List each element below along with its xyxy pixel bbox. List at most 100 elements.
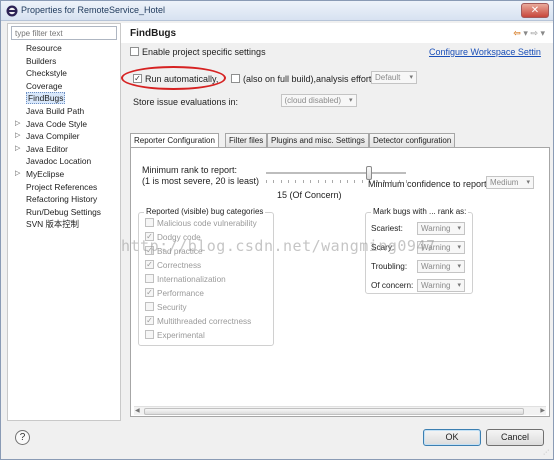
- full-build-checkbox[interactable]: [231, 74, 240, 84]
- sidebar-item[interactable]: ▷ Java Compiler: [8, 130, 120, 143]
- bug-category-label: Correctness: [157, 261, 202, 270]
- store-label: Store issue evaluations in:: [133, 97, 239, 107]
- min-rank-hint: (1 is most severe, 20 is least): [142, 176, 260, 186]
- scrollbar-thumb[interactable]: [144, 408, 524, 415]
- resize-grip-icon[interactable]: ⋰: [543, 449, 551, 457]
- bug-category-item[interactable]: Security: [145, 302, 187, 312]
- tab-plugins[interactable]: Plugins and misc. Settings: [267, 133, 369, 147]
- sidebar-item-label: Java Editor: [26, 143, 68, 154]
- bug-category-checkbox[interactable]: [145, 218, 154, 228]
- expand-arrow-icon[interactable]: ▷: [15, 130, 20, 143]
- bug-category-checkbox[interactable]: [145, 302, 154, 312]
- slider-tick: [332, 180, 334, 183]
- sidebar-item[interactable]: ▷ MyEclipse: [8, 168, 120, 181]
- slider-tick: [339, 180, 341, 183]
- bug-category-label: Dodgy code: [157, 233, 201, 242]
- scroll-right-icon[interactable]: ▶: [540, 407, 545, 414]
- sidebar-item[interactable]: Javadoc Location: [8, 155, 120, 168]
- enable-specific-row[interactable]: Enable project specific settings: [130, 47, 266, 57]
- bug-category-item[interactable]: ✓ Bad practice: [145, 246, 203, 256]
- page-header: FindBugs ⇦ ▾ ⇨ ▾: [121, 23, 553, 43]
- chevron-down-icon: ▾: [457, 244, 461, 251]
- sidebar-item-label: Builders: [26, 55, 57, 66]
- filter-input[interactable]: [11, 26, 117, 40]
- sidebar-item[interactable]: ▷ Java Code Style: [8, 118, 120, 131]
- nav-arrows: ⇦ ▾ ⇨ ▾: [513, 28, 545, 39]
- expand-arrow-icon[interactable]: ▷: [15, 168, 20, 181]
- slider-tick: [280, 180, 282, 183]
- tab-filter-files[interactable]: Filter files: [225, 133, 268, 147]
- sidebar-item[interactable]: Run/Debug Settings: [8, 206, 120, 219]
- sidebar-item[interactable]: ▷ Java Editor: [8, 143, 120, 156]
- forward-menu-chevron-icon[interactable]: ▾: [540, 28, 545, 38]
- sidebar-item[interactable]: SVN 版本控制: [8, 218, 120, 231]
- sidebar-item[interactable]: Refactoring History: [8, 193, 120, 206]
- back-menu-chevron-icon[interactable]: ▾: [523, 28, 528, 38]
- bug-category-checkbox[interactable]: [145, 330, 154, 340]
- sidebar-item-label: Java Compiler: [26, 131, 80, 142]
- min-confidence-value: Medium: [490, 178, 519, 187]
- close-icon: ✕: [530, 5, 540, 16]
- enable-specific-label: Enable project specific settings: [142, 47, 266, 57]
- min-confidence-select[interactable]: Medium ▾: [486, 176, 534, 189]
- analysis-effort-select[interactable]: Default ▾: [371, 71, 417, 84]
- scroll-left-icon[interactable]: ◀: [135, 407, 140, 414]
- chevron-down-icon: ▾: [457, 225, 461, 232]
- sidebar-item-label: MyEclipse: [26, 168, 65, 179]
- sidebar-item[interactable]: Resource: [8, 42, 120, 55]
- tab-detector[interactable]: Detector configuration: [369, 133, 456, 147]
- bug-category-checkbox[interactable]: ✓: [145, 288, 154, 298]
- ok-button[interactable]: OK: [423, 429, 481, 446]
- sidebar-item-label: Coverage: [26, 80, 63, 91]
- bug-category-item[interactable]: Experimental: [145, 330, 205, 340]
- enable-specific-checkbox[interactable]: [130, 47, 139, 57]
- configure-workspace-link[interactable]: Configure Workspace Settin: [429, 47, 541, 57]
- bug-category-checkbox[interactable]: ✓: [145, 260, 154, 270]
- mark-rank-select[interactable]: Warning ▾: [417, 241, 465, 254]
- slider-tick: [324, 180, 326, 183]
- mark-rank-select[interactable]: Warning ▾: [417, 222, 465, 235]
- cancel-button[interactable]: Cancel: [486, 429, 544, 446]
- sidebar-item[interactable]: FindBugs: [8, 92, 120, 105]
- button-bar: ? OK Cancel ⋰: [1, 421, 553, 459]
- bug-category-checkbox[interactable]: ✓: [145, 316, 154, 326]
- chevron-down-icon: ▾: [457, 263, 461, 270]
- bug-category-item[interactable]: ✓ Dodgy code: [145, 232, 201, 242]
- sidebar-item[interactable]: Coverage: [8, 80, 120, 93]
- close-button[interactable]: ✕: [521, 3, 549, 18]
- slider-tick: [310, 180, 312, 183]
- expand-arrow-icon[interactable]: ▷: [15, 118, 20, 131]
- bug-category-checkbox[interactable]: ✓: [145, 246, 154, 256]
- horizontal-scrollbar[interactable]: ◀ ▶: [134, 406, 546, 415]
- bug-categories-group: Reported (visible) bug categories Malici…: [138, 207, 274, 346]
- full-build-row[interactable]: (also on full build),: [231, 74, 316, 84]
- forward-arrow-icon[interactable]: ⇨: [530, 28, 538, 38]
- mark-rank-select[interactable]: Warning ▾: [417, 279, 465, 292]
- chevron-down-icon: ▾: [526, 179, 530, 186]
- mark-rank-select[interactable]: Warning ▾: [417, 260, 465, 273]
- bug-category-item[interactable]: Malicious code vulnerability: [145, 218, 257, 228]
- back-arrow-icon[interactable]: ⇦: [513, 28, 521, 38]
- bug-category-checkbox[interactable]: [145, 274, 154, 284]
- bug-category-item[interactable]: ✓ Performance: [145, 288, 204, 298]
- sidebar-item[interactable]: Checkstyle: [8, 67, 120, 80]
- bug-category-label: Performance: [157, 289, 204, 298]
- expand-arrow-icon[interactable]: ▷: [15, 143, 20, 156]
- mark-rank-value: Warning: [421, 224, 451, 233]
- analysis-effort-label: analysis effort: [316, 74, 372, 84]
- bug-category-label: Multithreaded correctness: [157, 317, 252, 326]
- mark-rank-label: Troubling:: [371, 262, 408, 271]
- bug-category-checkbox[interactable]: ✓: [145, 232, 154, 242]
- tab-reporter[interactable]: Reporter Configuration: [130, 133, 219, 148]
- rank-slider-thumb[interactable]: [366, 166, 373, 180]
- sidebar-item[interactable]: Java Build Path: [8, 105, 120, 118]
- bug-category-item[interactable]: ✓ Correctness: [145, 260, 202, 270]
- rank-value-text: 15 (Of Concern): [277, 190, 342, 200]
- sidebar-item[interactable]: Project References: [8, 181, 120, 194]
- help-button[interactable]: ?: [15, 430, 30, 445]
- bug-category-item[interactable]: Internationalization: [145, 274, 226, 284]
- store-select[interactable]: (cloud disabled) ▾: [280, 94, 357, 107]
- sidebar-item[interactable]: Builders: [8, 55, 120, 68]
- bug-category-label: Experimental: [157, 331, 205, 340]
- bug-category-item[interactable]: ✓ Multithreaded correctness: [145, 316, 252, 326]
